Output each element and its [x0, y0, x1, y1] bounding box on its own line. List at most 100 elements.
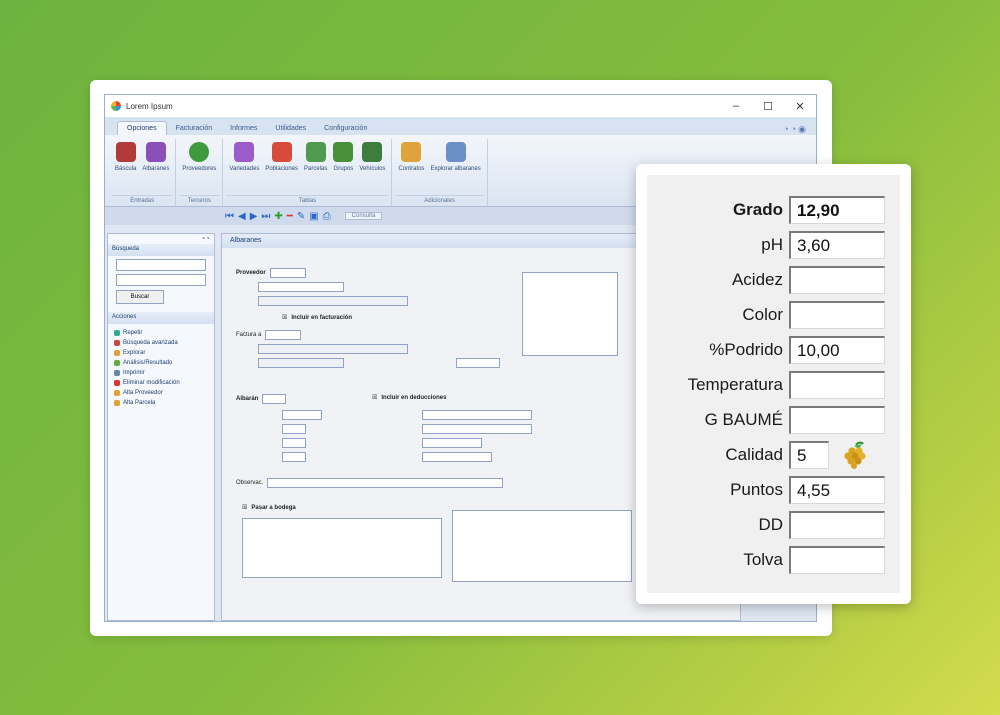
codigo-field[interactable] — [258, 282, 344, 292]
destino-select[interactable] — [422, 452, 492, 462]
fecha-field[interactable] — [282, 410, 322, 420]
tab-utilidades[interactable]: Utilidades — [266, 122, 315, 135]
action-item[interactable]: Imprimir — [114, 368, 208, 378]
incluir-facturacion-checkbox[interactable]: ☒ — [282, 314, 287, 321]
ribbon-group-adicionales: Contratos Explorar albaranes Adicionales — [392, 139, 488, 206]
action-icon — [114, 360, 120, 366]
grade-panel: Grado 12,90 pH 3,60 Acidez Color %Podrid… — [636, 164, 911, 604]
close-icon[interactable]: ✕ — [784, 100, 816, 113]
maximize-icon[interactable]: ☐ — [752, 100, 784, 113]
tab-facturacion[interactable]: Facturación — [167, 122, 222, 135]
print-icon[interactable]: ⎙ — [323, 211, 331, 222]
minimize-icon[interactable]: – — [720, 100, 752, 113]
albaranes-button[interactable]: Albaranes — [139, 139, 172, 195]
poblaciones-button[interactable]: Poblaciones — [262, 139, 301, 195]
tab-configuracion[interactable]: Configuración — [315, 122, 376, 135]
ribbon-group-label: Adicionales — [395, 195, 484, 206]
field-row — [282, 452, 306, 462]
action-item[interactable]: Eliminar modificación — [114, 378, 208, 388]
hora-field[interactable] — [282, 424, 306, 434]
field-row — [258, 282, 344, 292]
sidebar-collapse-icon[interactable]: ◔◔ — [108, 234, 214, 244]
signpost-icon — [271, 142, 292, 162]
temperatura-label: Temperatura — [687, 375, 783, 394]
codigo2-field[interactable] — [258, 358, 344, 368]
tab-informes[interactable]: Informes — [221, 122, 266, 135]
pesada-field[interactable] — [282, 438, 306, 448]
tolva-label: Tolva — [743, 550, 783, 569]
vehiculos-button[interactable]: Vehículos — [356, 139, 388, 195]
temperatura-field[interactable] — [789, 371, 885, 399]
albaran-field[interactable] — [262, 394, 287, 404]
proveedor-field[interactable] — [269, 268, 306, 278]
consulta-button[interactable]: Consulta — [344, 212, 383, 220]
ph-field[interactable]: 3,60 — [789, 231, 885, 259]
color-label: Color — [742, 305, 783, 324]
edit-icon[interactable]: ✎ — [297, 211, 305, 222]
ribbon-options-icon[interactable]: ◔◔◉ — [783, 124, 816, 135]
action-item[interactable]: Análisis/Resultado — [114, 358, 208, 368]
matricula-field[interactable] — [422, 438, 482, 448]
factura-field[interactable] — [265, 330, 302, 340]
action-icon — [114, 380, 120, 386]
explorar-albaranes-button[interactable]: Explorar albaranes — [427, 139, 483, 195]
ph-label: pH — [761, 235, 783, 254]
bascula-button[interactable]: Báscula — [112, 139, 139, 195]
dd-row: DD — [647, 511, 900, 539]
observaciones-row: Observac. — [236, 478, 504, 488]
action-item[interactable]: Explorar — [114, 348, 208, 358]
nombre-field[interactable] — [258, 296, 408, 306]
prev-record-icon[interactable]: ◀ — [238, 211, 246, 222]
action-item[interactable]: Búsqueda avanzada — [114, 338, 208, 348]
puntos-field[interactable]: 4,55 — [789, 476, 885, 504]
dd-field[interactable] — [789, 511, 885, 539]
baume-row: G BAUMÉ — [647, 406, 900, 434]
action-item[interactable]: Alta Parcela — [114, 398, 208, 408]
summary-grid — [522, 272, 618, 356]
tolva-select[interactable] — [282, 452, 306, 462]
proveedores-button[interactable]: Proveedores — [179, 139, 219, 195]
search-button[interactable]: Buscar — [116, 290, 164, 304]
observaciones-field[interactable] — [267, 478, 504, 488]
variedades-button[interactable]: Variedades — [226, 139, 262, 195]
bodega-grid — [242, 518, 442, 578]
person-icon — [189, 142, 210, 162]
delete-record-icon[interactable]: ━ — [287, 211, 293, 222]
first-record-icon[interactable]: ⏮ — [225, 211, 234, 222]
magnifier-icon — [445, 142, 466, 162]
pasar-bodega-checkbox[interactable]: ☒ — [242, 504, 247, 511]
tolva-row: Tolva — [647, 546, 900, 574]
variedad-field[interactable] — [422, 410, 532, 420]
grupos-button[interactable]: Grupos — [330, 139, 356, 195]
precio-field[interactable] — [456, 358, 500, 368]
variety-icon — [234, 142, 255, 162]
nombre2-field[interactable] — [258, 344, 408, 354]
last-record-icon[interactable]: ⏭ — [261, 211, 270, 222]
calidad-field[interactable]: 5 — [789, 441, 829, 469]
temperatura-row: Temperatura — [647, 371, 900, 399]
action-item[interactable]: Alta Proveedor — [114, 388, 208, 398]
baume-field[interactable] — [789, 406, 885, 434]
save-icon[interactable]: ▣ — [309, 211, 318, 222]
dd-label: DD — [758, 515, 783, 534]
tab-opciones[interactable]: Opciones — [117, 121, 167, 135]
puntos-label: Puntos — [730, 480, 783, 499]
parcelas-button[interactable]: Parcelas — [301, 139, 330, 195]
window-title: Lorem Ipsum — [126, 101, 173, 111]
contratos-button[interactable]: Contratos — [395, 139, 427, 195]
incluir-deducciones-checkbox[interactable]: ☒ — [372, 394, 377, 401]
acidez-field[interactable] — [789, 266, 885, 294]
grape-calidad-icon[interactable] — [842, 441, 870, 469]
search-select[interactable] — [116, 259, 206, 271]
add-record-icon[interactable]: ✚ — [274, 211, 282, 222]
poblacion-field[interactable] — [422, 424, 532, 434]
podrido-field[interactable]: 10,00 — [789, 336, 885, 364]
grado-field[interactable]: 12,90 — [789, 196, 885, 224]
tolva-field[interactable] — [789, 546, 885, 574]
action-item[interactable]: Repetir — [114, 328, 208, 338]
next-record-icon[interactable]: ▶ — [250, 211, 258, 222]
search-input[interactable] — [116, 274, 206, 286]
ribbon-group-label: Tablas — [226, 195, 389, 206]
ph-row: pH 3,60 — [647, 231, 900, 259]
color-field[interactable] — [789, 301, 885, 329]
